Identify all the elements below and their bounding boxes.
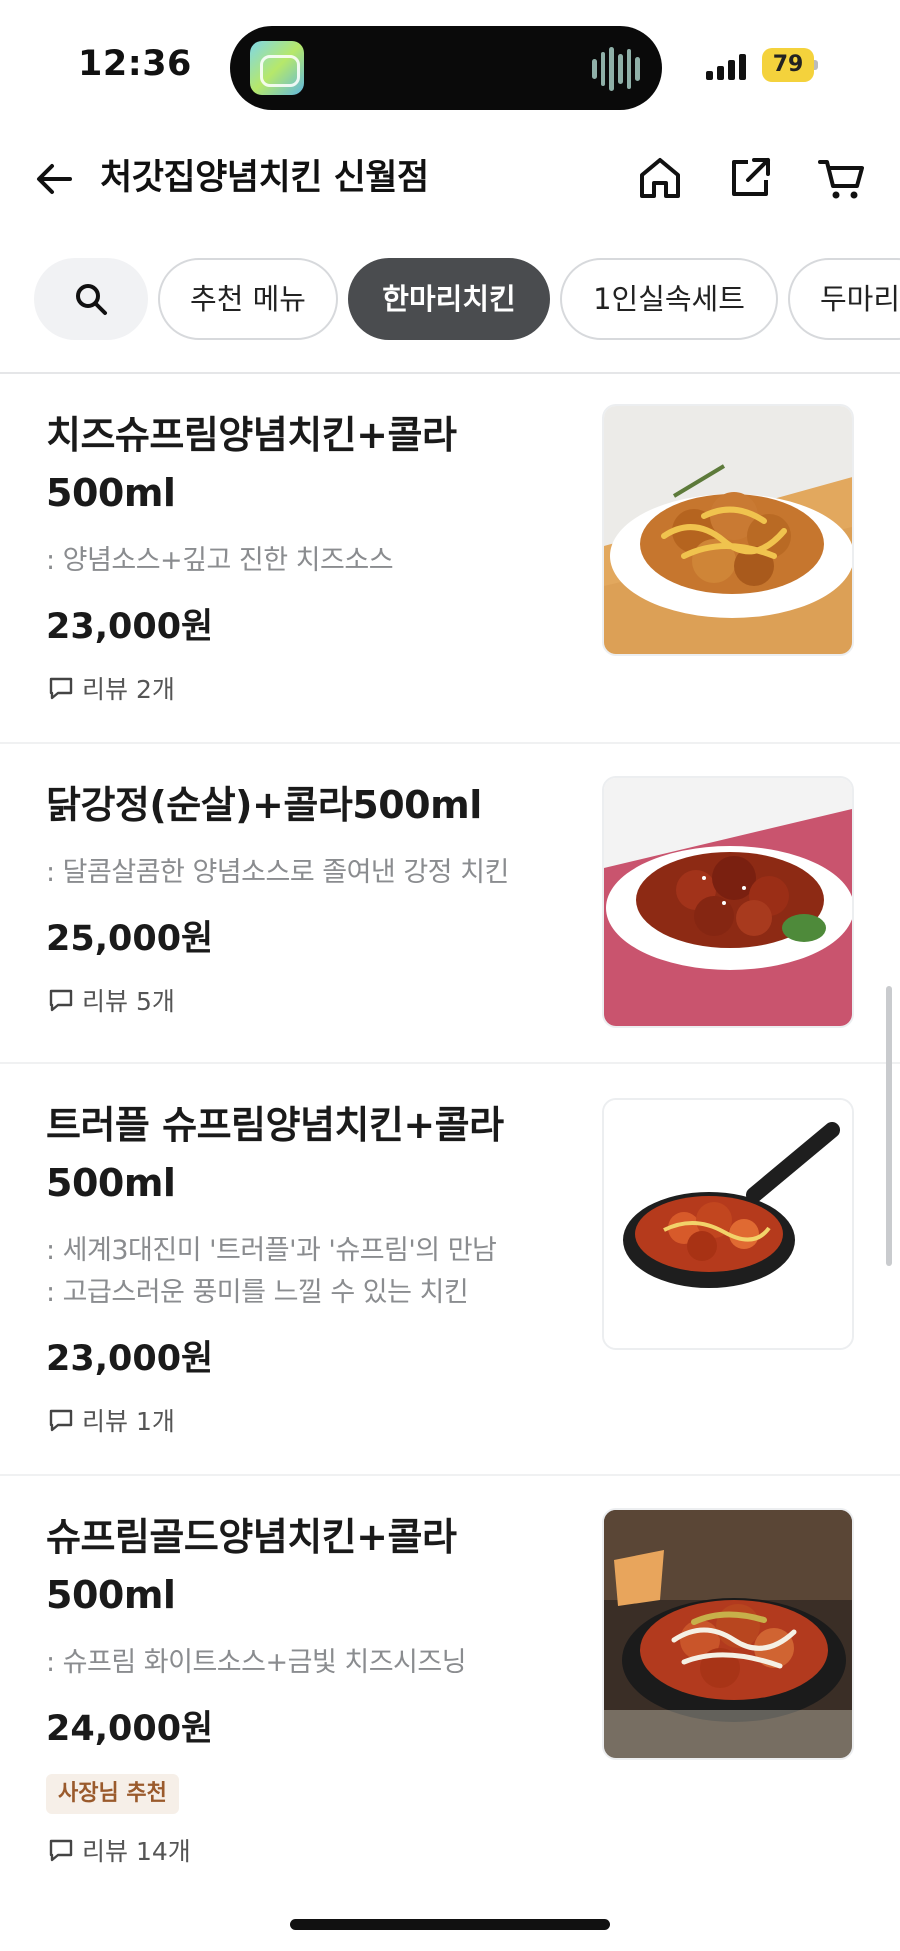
item-price: 25,000원 bbox=[46, 919, 214, 959]
store-header: 처갓집양념치킨 신월점 bbox=[0, 130, 900, 228]
menu-item[interactable]: 닭강정(순살)+콜라500ml : 달콤살콤한 양념소스로 졸여낸 강정 치킨 … bbox=[0, 744, 900, 1062]
battery-icon: 79 bbox=[762, 48, 818, 82]
home-icon bbox=[640, 158, 680, 198]
back-button[interactable] bbox=[30, 152, 84, 206]
tab-single-set[interactable]: 1인실속세트 bbox=[560, 258, 778, 340]
item-image bbox=[602, 776, 854, 1028]
item-price: 23,000원 bbox=[46, 607, 214, 647]
item-name: 닭강정(순살)+콜라500ml bbox=[46, 783, 482, 827]
status-time: 12:36 bbox=[78, 44, 192, 84]
search-icon bbox=[76, 284, 107, 315]
item-description: : 달콤살콤한 양념소스로 졸여낸 강정 치킨 bbox=[46, 857, 509, 888]
item-review-count: 리뷰 14개 bbox=[48, 1832, 191, 1868]
share-icon bbox=[732, 158, 770, 196]
item-name: 슈프림골드양념치킨+콜라 500ml bbox=[46, 1515, 457, 1617]
menu-item[interactable]: 슈프림골드양념치킨+콜라 500ml : 슈프림 화이트소스+금빛 치즈시즈닝 … bbox=[0, 1476, 900, 1906]
arrow-left-icon bbox=[37, 164, 72, 194]
share-button[interactable] bbox=[722, 150, 778, 206]
item-description: : 세계3대진미 '트러플'과 '슈프림'의 만남 : 고급스러운 풍미를 느낄… bbox=[46, 1235, 497, 1308]
menu-item[interactable]: 트러플 슈프림양념치킨+콜라 500ml : 세계3대진미 '트러플'과 '슈프… bbox=[0, 1064, 900, 1474]
cart-icon bbox=[818, 160, 864, 199]
status-bar: 12:36 79 bbox=[0, 0, 900, 130]
home-indicator[interactable] bbox=[290, 1919, 610, 1930]
category-tabs: 추천 메뉴 한마리치킨 1인실속세트 두마리 bbox=[0, 256, 900, 342]
store-title: 처갓집양념치킨 신월점 bbox=[100, 158, 429, 198]
scrollbar[interactable] bbox=[886, 986, 892, 1266]
dynamic-island bbox=[230, 26, 662, 110]
home-button[interactable] bbox=[632, 150, 688, 206]
tab-two-chickens[interactable]: 두마리 bbox=[788, 258, 900, 340]
item-price: 24,000원 bbox=[46, 1709, 214, 1749]
item-review-count: 리뷰 1개 bbox=[48, 1402, 175, 1438]
audio-wave-icon bbox=[592, 46, 641, 92]
tab-recommended[interactable]: 추천 메뉴 bbox=[158, 258, 338, 340]
item-review-count: 리뷰 5개 bbox=[48, 982, 175, 1018]
comment-icon bbox=[49, 677, 73, 700]
item-image bbox=[602, 1508, 854, 1760]
tab-whole-chicken[interactable]: 한마리치킨 bbox=[348, 258, 550, 340]
app-icon bbox=[250, 41, 304, 95]
item-price: 23,000원 bbox=[46, 1339, 214, 1379]
item-name: 치즈슈프림양념치킨+콜라 500ml bbox=[46, 413, 457, 515]
item-image bbox=[602, 1098, 854, 1350]
item-review-count: 리뷰 2개 bbox=[48, 670, 175, 706]
item-image bbox=[602, 404, 854, 656]
menu-search-button[interactable] bbox=[34, 258, 148, 340]
item-description: : 슈프림 화이트소스+금빛 치즈시즈닝 bbox=[46, 1647, 467, 1678]
item-description: : 양념소스+깊고 진한 치즈소스 bbox=[46, 545, 394, 576]
comment-icon bbox=[49, 1839, 73, 1862]
owner-recommend-badge: 사장님 추천 bbox=[46, 1774, 179, 1814]
signal-icon bbox=[706, 52, 750, 80]
battery-level: 79 bbox=[762, 48, 814, 82]
item-name: 트러플 슈프림양념치킨+콜라 500ml bbox=[46, 1103, 504, 1205]
comment-icon bbox=[49, 989, 73, 1012]
cart-button[interactable] bbox=[814, 150, 870, 206]
comment-icon bbox=[49, 1409, 73, 1432]
menu-item[interactable]: 치즈슈프림양념치킨+콜라 500ml : 양념소스+깊고 진한 치즈소스 23,… bbox=[0, 374, 900, 742]
